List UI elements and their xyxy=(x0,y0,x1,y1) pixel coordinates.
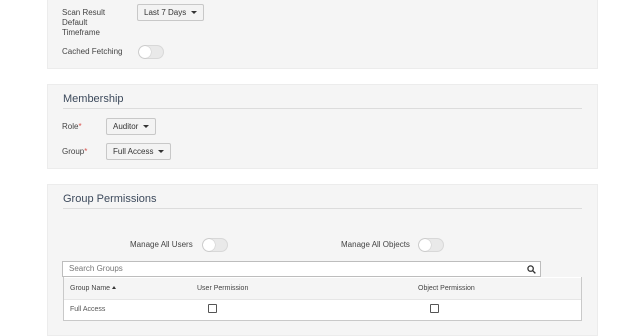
group-value: Full Access xyxy=(113,147,154,156)
general-settings-panel xyxy=(47,0,598,69)
cached-fetching-label: Cached Fetching xyxy=(62,47,123,56)
table-row xyxy=(64,299,581,320)
search-groups-box[interactable] xyxy=(62,261,541,277)
role-label: Role* xyxy=(62,122,82,131)
toggle-knob xyxy=(139,46,151,58)
chevron-down-icon xyxy=(191,11,198,14)
group-name-cell: Full Access xyxy=(70,306,106,313)
scan-result-label-line3: Timeframe xyxy=(62,28,100,37)
column-header-group-name[interactable]: Group Name xyxy=(70,285,117,292)
column-header-object-permission: Object Permission xyxy=(418,285,475,292)
membership-title: Membership xyxy=(63,93,124,105)
user-permission-checkbox[interactable] xyxy=(208,304,217,313)
role-dropdown[interactable]: Auditor xyxy=(106,118,157,135)
group-permissions-title: Group Permissions xyxy=(63,193,157,205)
chevron-down-icon xyxy=(143,125,150,128)
group-dropdown[interactable]: Full Access xyxy=(106,143,172,160)
timeframe-value: Last 7 Days xyxy=(144,8,187,17)
group-label: Group* xyxy=(62,147,88,156)
column-header-user-permission: User Permission xyxy=(197,285,249,292)
toggle-knob xyxy=(203,239,215,251)
group-permissions-divider xyxy=(63,208,582,209)
manage-all-objects-label: Manage All Objects xyxy=(341,240,410,249)
sort-ascending-icon xyxy=(112,286,117,289)
chevron-down-icon xyxy=(158,150,165,153)
manage-all-objects-toggle[interactable] xyxy=(418,238,444,252)
search-groups-input[interactable] xyxy=(69,264,509,273)
manage-all-users-label: Manage All Users xyxy=(130,240,193,249)
search-icon[interactable] xyxy=(527,265,536,274)
cached-fetching-toggle[interactable] xyxy=(138,45,164,59)
role-value: Auditor xyxy=(113,122,139,131)
object-permission-checkbox[interactable] xyxy=(430,304,439,313)
table-header-row xyxy=(64,278,581,299)
scan-result-label-line1: Scan Result xyxy=(62,8,106,17)
membership-divider xyxy=(63,108,582,109)
timeframe-dropdown[interactable]: Last 7 Days xyxy=(137,4,205,21)
toggle-knob xyxy=(419,239,431,251)
scan-result-label-line2: Default xyxy=(62,18,88,27)
manage-all-users-toggle[interactable] xyxy=(202,238,228,252)
